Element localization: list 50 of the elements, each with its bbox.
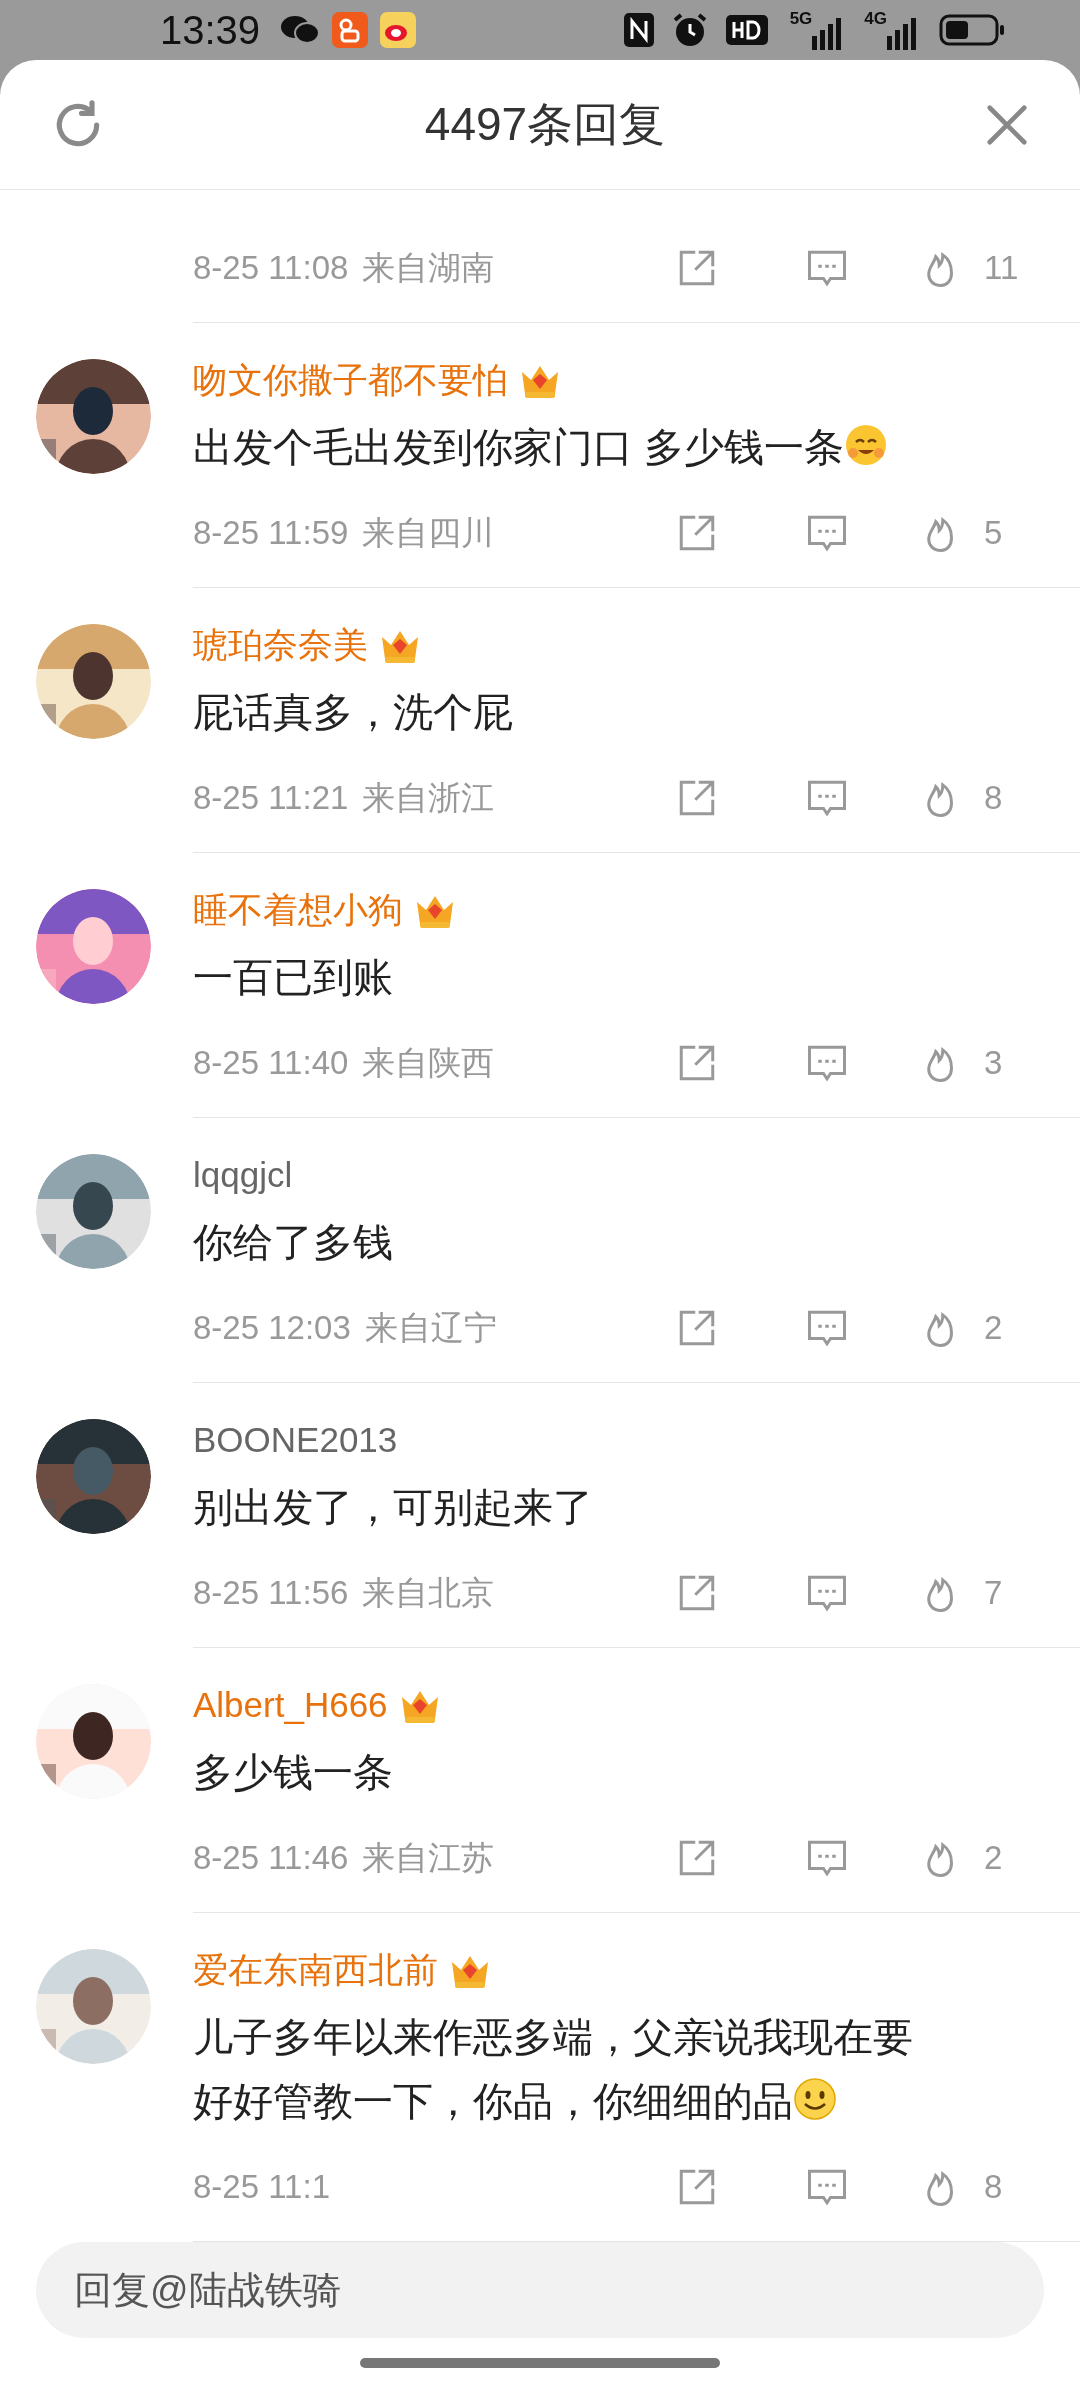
comment-date: 8-25 11:59 [193, 513, 349, 554]
user-name[interactable]: 吻文你撒子都不要怕 [193, 353, 508, 407]
signal-icon [887, 18, 917, 50]
comment-location: 来自湖南 [362, 248, 495, 289]
alarm-icon [671, 12, 708, 48]
user-name[interactable]: BOONE2013 [193, 1413, 398, 1467]
like-count[interactable]: 8 [984, 2162, 1024, 2212]
comment-date: 8-25 12:03 [193, 1308, 351, 1349]
signal-icon [812, 18, 843, 50]
comment-date: 8-25 11:21 [193, 778, 349, 819]
comment-date: 8-25 11:1 [193, 2167, 330, 2208]
comment-text: 出发个毛出发到你家门口 多少钱一条 [193, 425, 845, 469]
user-name[interactable]: lqqgjcl [193, 1148, 293, 1202]
comment-text: 一百已到账 [193, 955, 393, 999]
like-count[interactable]: 2 [984, 1833, 1024, 1883]
comment-location: 来自北京 [362, 1573, 495, 1614]
hd-call-icon [725, 15, 768, 45]
nfc-icon [623, 13, 654, 47]
user-name[interactable]: 爱在东南西北前 [193, 1943, 438, 1997]
user-name[interactable]: 琥珀奈奈美 [193, 618, 368, 672]
comment-location: 来自辽宁 [364, 1308, 497, 1349]
network-label: 4G [864, 10, 887, 27]
comment-location: 来自浙江 [362, 778, 495, 819]
comment-location: 来自江苏 [362, 1838, 495, 1879]
weibo-app-icon [380, 12, 417, 48]
comment-text: 多少钱一条 [193, 1750, 393, 1794]
like-count[interactable]: 7 [984, 1568, 1024, 1618]
user-name[interactable]: 睡不着想小狗 [193, 883, 403, 937]
like-count[interactable]: 11 [984, 243, 1024, 293]
comment-date: 8-25 11:08 [193, 248, 349, 289]
sheet-title: 4497条回复 [424, 97, 666, 152]
like-count[interactable]: 3 [984, 1038, 1024, 1088]
like-count[interactable]: 5 [984, 508, 1024, 558]
comment-date: 8-25 11:56 [193, 1573, 349, 1614]
comment-text: 儿子多年以来作恶多端，父亲说我现在要好好管教一下，你品，你细细的品 [193, 2015, 913, 2123]
reply-field[interactable]: 回复@陆战铁骑 [36, 2242, 1044, 2338]
comment-location: 来自陕西 [362, 1043, 495, 1084]
battery-icon [939, 14, 1005, 46]
user-name[interactable]: Albert_H666 [193, 1678, 388, 1732]
like-count[interactable]: 2 [984, 1303, 1024, 1353]
comment-date: 8-25 11:46 [193, 1838, 349, 1879]
comment-text: 别出发了，可别起来了 [193, 1485, 593, 1529]
network-label: 5G [789, 10, 813, 27]
comment-date: 8-25 11:40 [193, 1043, 349, 1084]
clock-time: 13:39 [160, 7, 261, 54]
comment-text: 你给了多钱 [193, 1220, 393, 1264]
like-count[interactable]: 8 [984, 773, 1024, 823]
comment-location: 来自四川 [362, 513, 495, 554]
comment-text: 屁话真多，洗个屁 [193, 690, 513, 734]
video-app-icon [332, 12, 369, 48]
